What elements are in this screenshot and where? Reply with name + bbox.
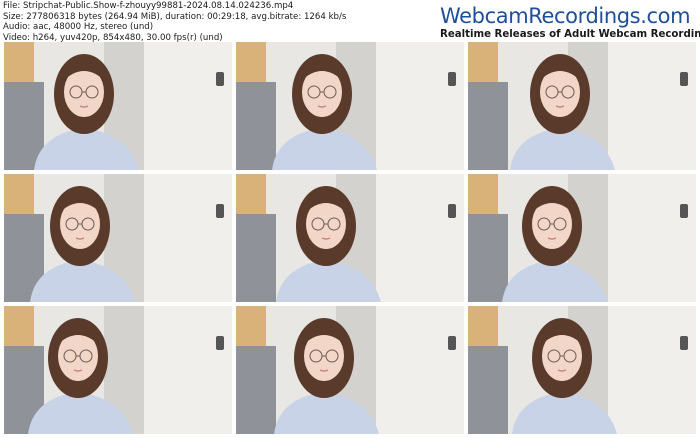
file-name-line: File: Stripchat-Public.Show-f-zhouyy9988… <box>3 1 294 11</box>
frame-image <box>468 42 696 170</box>
video-thumbnail-frame-3[interactable] <box>468 42 696 170</box>
frame-image <box>236 174 464 302</box>
video-thumbnail-frame-7[interactable] <box>4 306 232 434</box>
frame-image <box>4 42 232 170</box>
frame-image <box>4 174 232 302</box>
frame-image <box>468 174 696 302</box>
site-tagline: Realtime Releases of Adult Webcam Record… <box>440 29 700 40</box>
frame-image <box>236 306 464 434</box>
file-metadata: File: Stripchat-Public.Show-f-zhouyy9988… <box>3 1 346 43</box>
contact-sheet: File: Stripchat-Public.Show-f-zhouyy9988… <box>0 0 700 438</box>
video-thumbnail-frame-2[interactable] <box>236 42 464 170</box>
site-logo-text: WebcamRecordings.com <box>440 4 691 28</box>
site-branding: WebcamRecordings.com Realtime Releases o… <box>440 4 700 41</box>
thumbnail-grid <box>4 42 697 435</box>
video-thumbnail-frame-5[interactable] <box>236 174 464 302</box>
video-thumbnail-frame-8[interactable] <box>236 306 464 434</box>
frame-image <box>468 306 696 434</box>
video-thumbnail-frame-1[interactable] <box>4 42 232 170</box>
audio-info-line: Audio: aac, 48000 Hz, stereo (und) <box>3 22 154 33</box>
frame-image <box>236 42 464 170</box>
video-thumbnail-frame-9[interactable] <box>468 306 696 434</box>
video-thumbnail-frame-4[interactable] <box>4 174 232 302</box>
frame-image <box>4 306 232 434</box>
file-size-line: Size: 277806318 bytes (264.94 MiB), dura… <box>3 11 347 22</box>
video-thumbnail-frame-6[interactable] <box>468 174 696 302</box>
